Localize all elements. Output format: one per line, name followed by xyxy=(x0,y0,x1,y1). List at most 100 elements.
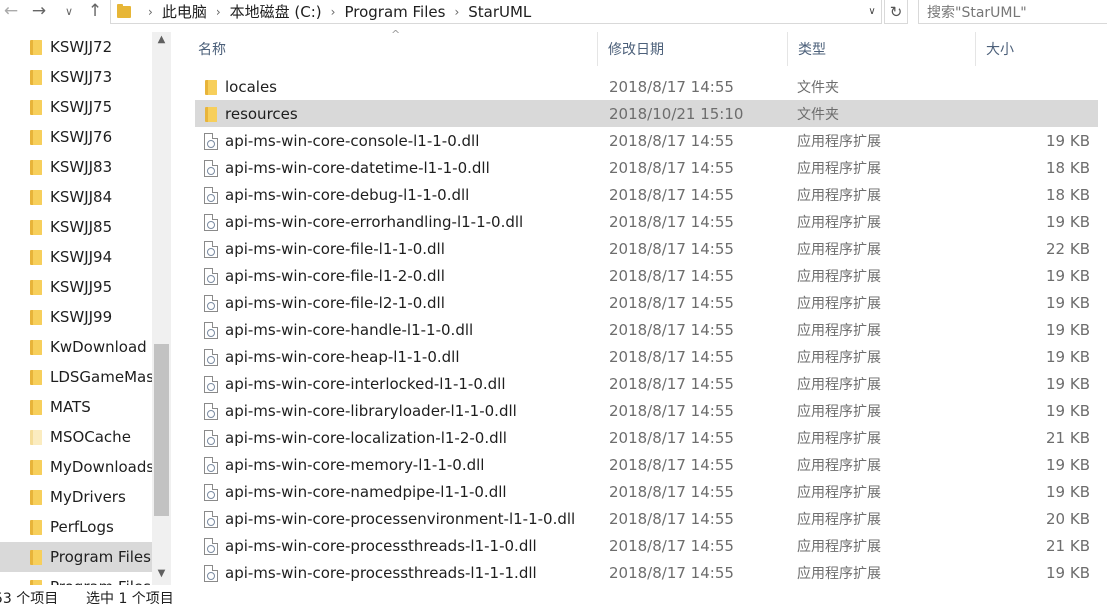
crumb-staruml[interactable]: StarUML xyxy=(468,3,531,21)
sidebar-item[interactable]: KSWJJ99 xyxy=(0,302,152,332)
table-row[interactable]: locales 2018/8/17 14:55 文件夹 xyxy=(195,73,1098,100)
file-type: 应用程序扩展 xyxy=(797,565,881,582)
sidebar-item[interactable]: MSOCache xyxy=(0,422,152,452)
file-size: 21 KB xyxy=(1046,536,1090,555)
table-row[interactable]: api-ms-win-core-processthreads-l1-1-0.dl… xyxy=(195,532,1098,559)
table-row[interactable]: api-ms-win-core-debug-l1-1-0.dll 2018/8/1… xyxy=(195,181,1098,208)
dll-file-icon xyxy=(203,240,219,258)
sidebar-item-label: Program Files xyxy=(50,548,151,566)
scroll-thumb[interactable] xyxy=(154,344,169,516)
file-date: 2018/8/17 14:55 xyxy=(609,347,734,366)
scroll-down-icon[interactable]: ▼ xyxy=(152,568,171,582)
file-size: 19 KB xyxy=(1046,347,1090,366)
file-type: 应用程序扩展 xyxy=(797,295,881,312)
search-input[interactable]: 搜索"StarUML" xyxy=(918,0,1107,24)
sidebar-item[interactable]: KwDownload xyxy=(0,332,152,362)
column-header-size[interactable]: 大小 xyxy=(976,32,1107,66)
sidebar-item[interactable]: MATS xyxy=(0,392,152,422)
file-size: 19 KB xyxy=(1046,293,1090,312)
table-row[interactable]: api-ms-win-core-interlocked-l1-1-0.dll 20… xyxy=(195,370,1098,397)
folder-icon xyxy=(30,579,42,585)
dll-file-icon xyxy=(204,132,218,150)
table-row[interactable]: api-ms-win-core-processenvironment-l1-1-… xyxy=(195,505,1098,532)
sidebar-item[interactable]: PerfLogs xyxy=(0,512,152,542)
sidebar-item[interactable]: MyDownloads xyxy=(0,452,152,482)
sidebar-item[interactable]: LDSGameMas xyxy=(0,362,152,392)
chevron-right-icon[interactable]: › xyxy=(216,5,221,19)
file-name: api-ms-win-core-handle-l1-1-0.dll xyxy=(225,320,474,339)
table-row[interactable]: api-ms-win-core-localization-l1-2-0.dll 2… xyxy=(195,424,1098,451)
folder-icon xyxy=(30,309,42,325)
dll-file-icon xyxy=(204,159,218,177)
arrow-right-icon[interactable]: → xyxy=(26,0,52,22)
dll-file-icon xyxy=(203,267,219,285)
table-row[interactable]: api-ms-win-core-file-l1-1-0.dll 2018/8/17… xyxy=(195,235,1098,262)
file-date: 2018/8/17 14:55 xyxy=(609,509,734,528)
dll-file-icon xyxy=(204,375,218,393)
sidebar-item-label: KSWJJ95 xyxy=(50,278,113,296)
table-row[interactable]: api-ms-win-core-file-l1-2-0.dll 2018/8/17… xyxy=(195,262,1098,289)
table-row[interactable]: api-ms-win-core-console-l1-1-0.dll 2018/8… xyxy=(195,127,1098,154)
sidebar-item[interactable]: KSWJJ76 xyxy=(0,122,152,152)
folder-icon xyxy=(30,459,42,475)
chevron-right-icon[interactable]: › xyxy=(148,5,153,19)
folder-icon xyxy=(30,519,42,535)
dll-file-icon xyxy=(203,213,219,231)
folder-icon xyxy=(30,69,42,85)
table-row[interactable]: api-ms-win-core-libraryloader-l1-1-0.dll… xyxy=(195,397,1098,424)
file-type: 应用程序扩展 xyxy=(797,187,881,204)
sidebar-item[interactable]: KSWJJ72 xyxy=(0,32,152,62)
dll-file-icon xyxy=(203,429,219,447)
sidebar-item[interactable]: KSWJJ85 xyxy=(0,212,152,242)
table-row[interactable]: api-ms-win-core-errorhandling-l1-1-0.dll… xyxy=(195,208,1098,235)
chevron-right-icon[interactable]: › xyxy=(331,5,336,19)
file-name: api-ms-win-core-file-l2-1-0.dll xyxy=(225,293,445,312)
sidebar-item[interactable]: KSWJJ94 xyxy=(0,242,152,272)
file-date: 2018/8/17 14:55 xyxy=(609,77,734,96)
crumb-local-disk[interactable]: 本地磁盘 (C:) xyxy=(230,1,322,22)
nav-scrollbar[interactable]: ▲ ▼ xyxy=(152,32,171,585)
refresh-icon[interactable]: ↻ xyxy=(884,0,908,24)
address-dropdown-icon[interactable]: ∨ xyxy=(863,0,881,22)
sidebar-item[interactable]: Program Files xyxy=(0,542,152,572)
crumb-this-pc[interactable]: 此电脑 xyxy=(162,1,207,22)
sidebar-item[interactable]: Program Files xyxy=(0,572,152,585)
column-header-type[interactable]: 类型 xyxy=(788,32,976,66)
scroll-up-icon[interactable]: ▲ xyxy=(152,34,171,48)
table-row[interactable]: api-ms-win-core-heap-l1-1-0.dll 2018/8/17… xyxy=(195,343,1098,370)
sidebar-item[interactable]: KSWJJ73 xyxy=(0,62,152,92)
column-header-name[interactable]: 名称 xyxy=(188,32,598,66)
file-type: 应用程序扩展 xyxy=(797,538,881,555)
column-header-date[interactable]: 修改日期 xyxy=(598,32,788,66)
sidebar-item[interactable]: MyDrivers xyxy=(0,482,152,512)
file-type: 应用程序扩展 xyxy=(797,511,881,528)
sidebar-item-label: KSWJJ84 xyxy=(50,188,113,206)
table-row[interactable]: api-ms-win-core-file-l2-1-0.dll 2018/8/17… xyxy=(195,289,1098,316)
sidebar-item[interactable]: KSWJJ75 xyxy=(0,92,152,122)
arrow-left-icon[interactable]: ← xyxy=(0,0,22,22)
table-row[interactable]: api-ms-win-core-namedpipe-l1-1-0.dll 2018… xyxy=(195,478,1098,505)
folder-icon xyxy=(30,99,42,115)
file-size: 19 KB xyxy=(1046,482,1090,501)
folder-icon xyxy=(30,489,42,505)
table-row[interactable]: api-ms-win-core-handle-l1-1-0.dll 2018/8/… xyxy=(195,316,1098,343)
file-name: api-ms-win-core-debug-l1-1-0.dll xyxy=(225,185,470,204)
folder-icon xyxy=(205,79,217,95)
sidebar-item[interactable]: KSWJJ84 xyxy=(0,182,152,212)
table-row[interactable]: resources 2018/10/21 15:10 文件夹 xyxy=(195,100,1098,127)
dll-file-icon xyxy=(203,402,219,420)
file-size: 19 KB xyxy=(1046,212,1090,231)
chevron-right-icon[interactable]: › xyxy=(454,5,459,19)
address-toolbar: ← → ∨ ↑ › 此电脑 › 本地磁盘 (C:) › Program File… xyxy=(0,0,1107,24)
breadcrumb[interactable]: › 此电脑 › 本地磁盘 (C:) › Program Files › Star… xyxy=(110,0,882,24)
table-row[interactable]: api-ms-win-core-memory-l1-1-0.dll 2018/8/… xyxy=(195,451,1098,478)
file-size: 19 KB xyxy=(1046,131,1090,150)
crumb-program-files[interactable]: Program Files xyxy=(344,3,445,21)
table-row[interactable]: api-ms-win-core-processthreads-l1-1-1.dl… xyxy=(195,559,1098,586)
sidebar-item[interactable]: KSWJJ95 xyxy=(0,272,152,302)
chevron-down-icon[interactable]: ∨ xyxy=(58,0,80,22)
sidebar-item-label: KSWJJ72 xyxy=(50,38,113,56)
table-row[interactable]: api-ms-win-core-datetime-l1-1-0.dll 2018/… xyxy=(195,154,1098,181)
sidebar-item[interactable]: KSWJJ83 xyxy=(0,152,152,182)
arrow-up-icon[interactable]: ↑ xyxy=(84,0,106,22)
